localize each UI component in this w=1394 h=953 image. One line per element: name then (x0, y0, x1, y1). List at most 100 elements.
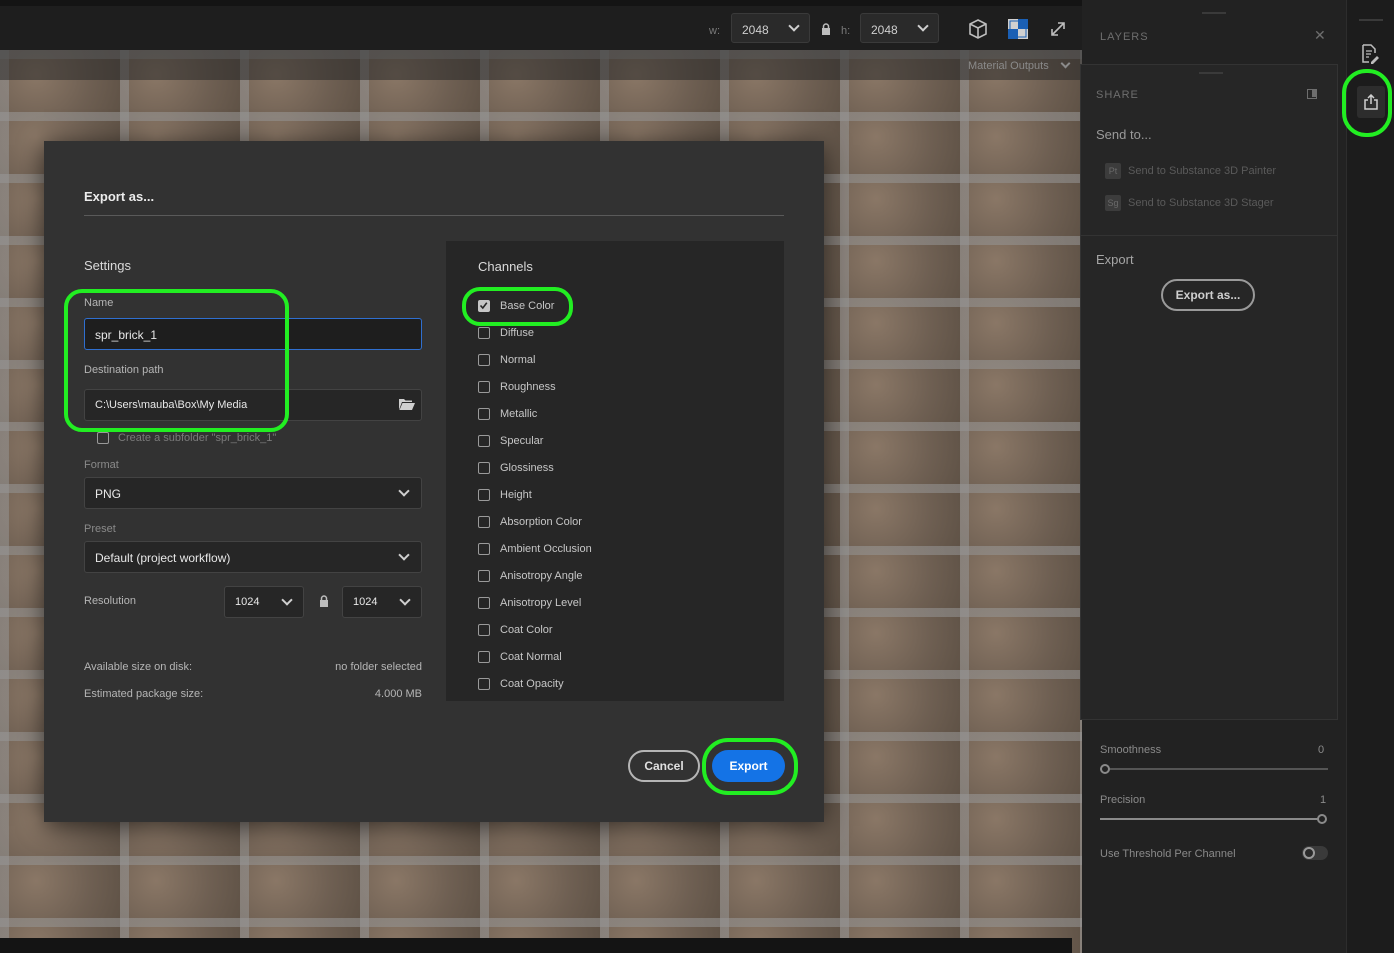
export-as-button[interactable]: Export as... (1161, 279, 1255, 311)
channel-checkbox[interactable] (478, 651, 490, 663)
subfolder-checkbox[interactable] (97, 432, 109, 444)
panel-toggle-icon[interactable] (1307, 89, 1317, 99)
subfolder-label: Create a subfolder "spr_brick_1" (118, 432, 277, 444)
channel-item[interactable]: Ambient Occlusion (478, 543, 758, 557)
resolution-label: Resolution (84, 595, 136, 607)
precision-slider[interactable] (1100, 818, 1324, 820)
precision-label: Precision (1100, 794, 1146, 806)
channel-checkbox[interactable] (478, 516, 490, 528)
top-toolbar: w: 2048 h: 2048 (0, 0, 1082, 50)
channel-item[interactable]: Specular (478, 435, 758, 449)
channel-checkbox[interactable] (478, 678, 490, 690)
precision-knob[interactable] (1317, 814, 1327, 824)
channel-item[interactable]: Anisotropy Angle (478, 570, 758, 584)
smoothness-knob[interactable] (1100, 764, 1110, 774)
base-color-highlight (462, 287, 573, 326)
smoothness-slider[interactable] (1100, 768, 1328, 770)
divider (1081, 235, 1337, 236)
chevron-down-icon (398, 549, 410, 561)
share-title: SHARE (1096, 89, 1139, 101)
channels-title: Channels (478, 259, 533, 274)
channel-checkbox[interactable] (478, 354, 490, 366)
channel-label: Anisotropy Angle (500, 570, 583, 582)
channel-item[interactable]: Coat Color (478, 624, 758, 638)
channel-item[interactable]: Coat Opacity (478, 678, 758, 692)
height-value: 2048 (871, 23, 898, 37)
estimated-size-label: Estimated package size: (84, 688, 204, 700)
channel-checkbox[interactable] (478, 570, 490, 582)
folder-open-icon[interactable] (398, 397, 416, 411)
format-value: PNG (95, 487, 122, 501)
preset-value: Default (project workflow) (95, 551, 231, 565)
format-select[interactable]: PNG (84, 477, 422, 509)
drag-handle[interactable] (1199, 72, 1223, 74)
export-dialog: Export as... Settings Name spr_brick_1 D… (44, 141, 824, 822)
expand-icon[interactable] (1049, 20, 1067, 38)
channel-label: Metallic (500, 408, 538, 420)
smoothness-label: Smoothness (1100, 744, 1162, 756)
estimated-size-value: 4.000 MB (374, 688, 422, 700)
channel-label: Height (500, 489, 532, 501)
resolution-height-value: 1024 (353, 596, 378, 608)
channel-checkbox[interactable] (478, 597, 490, 609)
send-to-label: Send to... (1096, 127, 1152, 142)
channel-item[interactable]: Roughness (478, 381, 758, 395)
share-panel: SHARE Send to... Pt Send to Substance 3D… (1080, 64, 1338, 720)
channel-label: Anisotropy Level (500, 597, 582, 609)
send-to-painter-item[interactable]: Pt Send to Substance 3D Painter (1105, 163, 1325, 179)
channel-checkbox[interactable] (478, 435, 490, 447)
resolution-height-select[interactable]: 1024 (342, 586, 422, 618)
viewport-header (0, 50, 1082, 80)
resolution-width-value: 1024 (235, 596, 260, 608)
channel-label: Coat Opacity (500, 678, 564, 690)
lock-icon[interactable] (821, 22, 831, 35)
material-outputs-dropdown[interactable]: Material Outputs (968, 58, 1071, 72)
painter-logo-icon: Pt (1105, 163, 1121, 179)
cube-icon[interactable] (967, 18, 989, 40)
channel-checkbox[interactable] (478, 381, 490, 393)
channel-checkbox[interactable] (478, 408, 490, 420)
channel-label: Diffuse (500, 327, 535, 339)
resolution-width-select[interactable]: 1024 (224, 586, 304, 618)
channel-item[interactable]: Absorption Color (478, 516, 758, 530)
checker-icon[interactable] (1008, 19, 1028, 39)
drag-handle[interactable] (1202, 12, 1226, 14)
chevron-down-icon (788, 20, 800, 32)
channel-label: Specular (500, 435, 544, 447)
export-section-title: Export (1096, 252, 1134, 267)
send-to-painter-label: Send to Substance 3D Painter (1128, 165, 1276, 177)
channel-label: Coat Normal (500, 651, 562, 663)
channel-item[interactable]: Height (478, 489, 758, 503)
chevron-down-icon (917, 20, 929, 32)
chevron-down-icon (281, 594, 293, 606)
width-select[interactable]: 2048 (731, 13, 810, 43)
channel-checkbox[interactable] (478, 462, 490, 474)
width-value: 2048 (742, 23, 769, 37)
channel-checkbox[interactable] (478, 543, 490, 555)
channel-item[interactable]: Glossiness (478, 462, 758, 476)
title-divider (84, 215, 784, 216)
threshold-toggle[interactable] (1302, 846, 1328, 860)
channel-checkbox[interactable] (478, 327, 490, 339)
send-to-stager-item[interactable]: Sg Send to Substance 3D Stager (1105, 195, 1325, 211)
channel-item[interactable]: Coat Normal (478, 651, 758, 665)
export-button-highlight (702, 738, 798, 795)
channel-item[interactable]: Diffuse (478, 327, 758, 341)
document-edit-icon[interactable] (1361, 44, 1379, 64)
close-icon[interactable]: ✕ (1314, 27, 1326, 44)
lock-icon[interactable] (319, 594, 329, 607)
channel-checkbox[interactable] (478, 489, 490, 501)
channel-item[interactable]: Anisotropy Level (478, 597, 758, 611)
send-to-stager-label: Send to Substance 3D Stager (1128, 197, 1274, 209)
channel-checkbox[interactable] (478, 624, 490, 636)
name-path-highlight (64, 289, 289, 432)
channel-label: Coat Color (500, 624, 553, 636)
channel-item[interactable]: Normal (478, 354, 758, 368)
preset-select[interactable]: Default (project workflow) (84, 541, 422, 573)
channel-item[interactable]: Metallic (478, 408, 758, 422)
cancel-button[interactable]: Cancel (628, 750, 700, 782)
share-tab-highlight (1342, 69, 1392, 137)
chevron-down-icon (399, 594, 411, 606)
height-select[interactable]: 2048 (860, 13, 939, 43)
drag-handle[interactable] (1359, 19, 1383, 21)
